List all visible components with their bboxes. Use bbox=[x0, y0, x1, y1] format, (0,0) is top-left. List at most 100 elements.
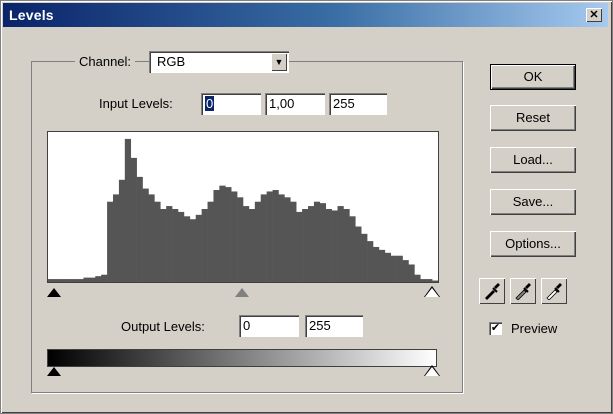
histogram-bar bbox=[225, 187, 232, 282]
histogram-bar bbox=[95, 276, 102, 282]
histogram-bar bbox=[207, 201, 214, 282]
histogram-bar bbox=[343, 209, 350, 282]
window-title: Levels bbox=[9, 7, 54, 23]
histogram-bar bbox=[219, 185, 226, 282]
white-eyedropper-button[interactable] bbox=[541, 278, 567, 304]
histogram-bar bbox=[319, 203, 327, 282]
preview-label[interactable]: Preview bbox=[511, 321, 557, 336]
histogram-bar bbox=[426, 279, 433, 282]
histogram-bar bbox=[432, 280, 439, 282]
histogram-bar bbox=[201, 209, 208, 282]
histogram-bar bbox=[408, 264, 415, 282]
gray-point-eyedropper-icon bbox=[515, 283, 531, 300]
histogram-bar bbox=[160, 209, 167, 282]
histogram-bar bbox=[361, 233, 368, 282]
histogram-bar bbox=[331, 210, 338, 282]
histogram-bar bbox=[59, 279, 67, 282]
output-white-field[interactable]: 255 bbox=[305, 315, 363, 337]
histogram-bar bbox=[308, 206, 315, 282]
histogram-bar bbox=[248, 209, 256, 282]
histogram-bar bbox=[373, 246, 380, 282]
ok-button[interactable]: OK bbox=[490, 64, 576, 90]
histogram-bar bbox=[231, 191, 238, 282]
histogram-bar bbox=[148, 194, 155, 282]
histogram-bar bbox=[178, 211, 185, 282]
histogram-bar bbox=[420, 279, 427, 282]
histogram-bar bbox=[290, 201, 297, 282]
histogram-bar bbox=[166, 206, 173, 282]
histogram-bar bbox=[65, 279, 72, 282]
reset-button[interactable]: Reset bbox=[490, 105, 576, 131]
input-white-field[interactable]: 255 bbox=[329, 93, 387, 115]
histogram-bar bbox=[325, 209, 332, 282]
output-black-slider-handle[interactable] bbox=[47, 367, 61, 376]
histogram-bar bbox=[254, 201, 262, 282]
output-black-field[interactable]: 0 bbox=[239, 315, 299, 337]
chevron-down-icon[interactable]: ▼ bbox=[271, 53, 287, 71]
histogram-bar bbox=[48, 279, 55, 282]
output-levels-label: Output Levels: bbox=[121, 319, 205, 334]
histogram-bar bbox=[349, 216, 356, 282]
gray-eyedropper-button[interactable] bbox=[510, 278, 536, 304]
histogram-bar bbox=[296, 211, 303, 282]
histogram-bar bbox=[272, 190, 279, 282]
histogram-bar bbox=[237, 197, 244, 282]
histogram-bar bbox=[367, 241, 374, 282]
histogram-bar bbox=[278, 194, 285, 282]
histogram-bar bbox=[89, 277, 96, 282]
histogram-bar bbox=[355, 226, 362, 282]
input-gamma-slider-handle[interactable] bbox=[235, 288, 249, 297]
histogram-bar bbox=[243, 206, 250, 282]
histogram-bar bbox=[189, 219, 197, 282]
histogram-bar bbox=[284, 197, 291, 282]
histogram-bar bbox=[402, 260, 409, 282]
histogram-bar bbox=[172, 209, 179, 282]
histogram-bar bbox=[154, 201, 161, 282]
histogram-bar bbox=[136, 176, 143, 282]
input-levels-label: Input Levels: bbox=[99, 96, 173, 111]
histogram-bar bbox=[213, 190, 220, 282]
histogram-bar bbox=[195, 214, 202, 282]
black-eyedropper-button[interactable] bbox=[479, 278, 505, 304]
histogram-bar bbox=[107, 201, 114, 282]
histogram-bar bbox=[113, 194, 120, 282]
histogram-bar bbox=[142, 188, 149, 282]
histogram bbox=[47, 131, 439, 283]
input-white-slider-handle[interactable] bbox=[425, 288, 439, 297]
levels-dialog: Levels ✕ Channel: RGB ▼ Input Levels: 0 … bbox=[0, 0, 613, 414]
histogram-bar bbox=[260, 194, 267, 282]
histogram-bar bbox=[53, 279, 61, 282]
black-point-eyedropper-icon bbox=[485, 283, 500, 300]
input-white-value: 255 bbox=[333, 96, 355, 111]
histogram-bar bbox=[302, 209, 309, 282]
save-button[interactable]: Save... bbox=[490, 189, 576, 215]
input-slider[interactable] bbox=[47, 284, 440, 298]
output-white-value: 255 bbox=[309, 318, 331, 333]
input-gamma-field[interactable]: 1,00 bbox=[265, 93, 325, 115]
histogram-bar bbox=[378, 249, 386, 282]
histogram-bar bbox=[266, 191, 273, 282]
histogram-bar bbox=[414, 274, 421, 282]
input-black-value: 0 bbox=[205, 96, 215, 111]
histogram-bar bbox=[71, 279, 78, 282]
histogram-bar bbox=[83, 277, 90, 282]
input-black-field[interactable]: 0 bbox=[201, 93, 261, 115]
input-black-slider-handle[interactable] bbox=[47, 288, 61, 297]
preview-checkbox[interactable]: ✔ bbox=[489, 322, 502, 335]
output-gradient-bar bbox=[47, 349, 437, 367]
histogram-bar bbox=[390, 255, 397, 282]
channel-select[interactable]: RGB ▼ bbox=[149, 51, 289, 73]
histogram-bar bbox=[101, 274, 108, 282]
close-button[interactable]: ✕ bbox=[586, 8, 602, 22]
output-black-value: 0 bbox=[243, 318, 251, 333]
options-button[interactable]: Options... bbox=[490, 231, 576, 257]
histogram-bar bbox=[118, 179, 126, 282]
channel-value: RGB bbox=[157, 54, 186, 69]
output-white-slider-handle[interactable] bbox=[425, 367, 439, 376]
white-point-eyedropper-icon bbox=[546, 283, 562, 300]
channel-label: Channel: bbox=[75, 54, 136, 69]
load-button[interactable]: Load... bbox=[490, 147, 576, 173]
title-bar[interactable]: Levels ✕ bbox=[3, 3, 608, 27]
output-slider[interactable] bbox=[47, 365, 440, 381]
histogram-bar bbox=[384, 252, 392, 282]
